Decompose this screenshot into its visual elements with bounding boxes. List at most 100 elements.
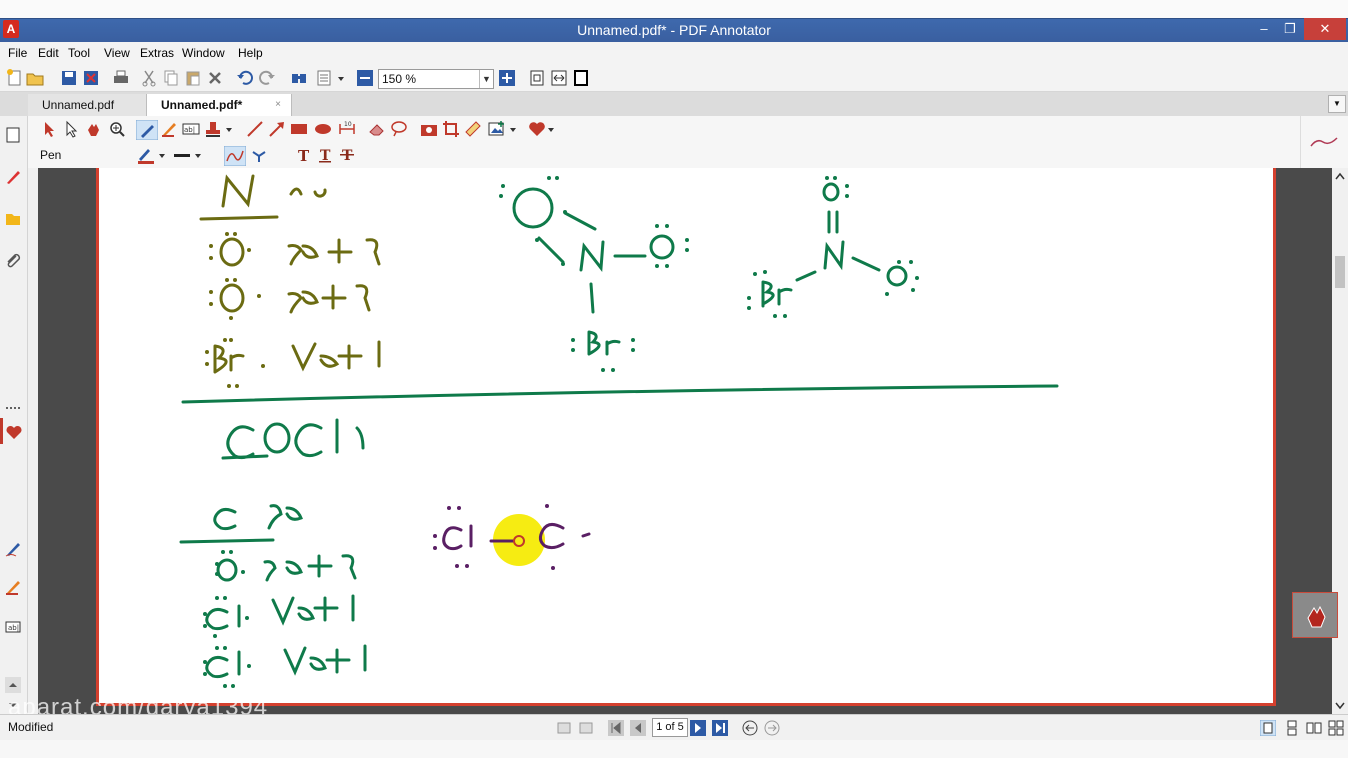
chevron-down-icon[interactable] [224, 120, 234, 138]
next-view-icon[interactable] [578, 720, 594, 736]
previous-page-icon[interactable] [630, 720, 646, 736]
annotations-icon[interactable] [4, 168, 22, 186]
measure-tool-icon[interactable]: 10 [338, 120, 356, 138]
select-arrow-icon[interactable] [40, 120, 58, 138]
menu-file[interactable]: File [8, 46, 27, 60]
text-underline-icon[interactable]: T [316, 146, 334, 164]
chevron-down-icon[interactable]: ▼ [479, 70, 493, 88]
save-as-icon[interactable] [82, 69, 100, 87]
first-page-icon[interactable] [608, 720, 624, 736]
open-folder-icon[interactable] [26, 69, 44, 87]
menu-extras[interactable]: Extras [140, 46, 174, 60]
fit-width-icon[interactable] [550, 69, 568, 87]
text-box-favorite-icon[interactable]: ab| [4, 618, 22, 636]
forward-icon[interactable] [764, 720, 780, 736]
lasso-tool-icon[interactable] [390, 120, 408, 138]
page-thumbnail-icon[interactable] [4, 126, 22, 144]
status-bar: Modified 1 of 5 [0, 714, 1348, 740]
pdf-page[interactable] [96, 168, 1276, 706]
chevron-down-icon[interactable] [508, 120, 518, 138]
text-strikeout-icon[interactable]: T [338, 146, 356, 164]
touch-mode-button[interactable] [1292, 592, 1338, 638]
zoom-in-icon[interactable] [498, 69, 516, 87]
last-page-icon[interactable] [712, 720, 728, 736]
menu-window[interactable]: Window [182, 46, 225, 60]
page-number-field[interactable]: 1 of 5 [652, 718, 688, 737]
scroll-up-icon[interactable] [1335, 172, 1345, 182]
line-tool-icon[interactable] [246, 120, 264, 138]
dropdown-arrow-icon[interactable] [336, 69, 346, 87]
pressure-icon[interactable] [250, 146, 268, 164]
smooth-stroke-icon[interactable] [224, 146, 246, 166]
hand-tool-icon[interactable] [84, 120, 102, 138]
single-page-icon[interactable] [528, 69, 546, 87]
pen-color-picker[interactable] [136, 146, 166, 164]
redo-icon[interactable] [258, 69, 276, 87]
text-bold-icon[interactable]: T [294, 146, 312, 164]
pdf-annotator-window: A Unnamed.pdf* - PDF Annotator – ❐ ✕ Fil… [0, 0, 1348, 758]
menu-help[interactable]: Help [238, 46, 263, 60]
tab-unnamed-pdf-modified[interactable]: Unnamed.pdf* × [146, 94, 292, 116]
previous-view-icon[interactable] [556, 720, 572, 736]
document-viewport[interactable] [38, 168, 1332, 714]
menu-edit[interactable]: Edit [38, 46, 59, 60]
single-page-view-icon[interactable] [1260, 720, 1276, 736]
maximize-button[interactable]: ❐ [1278, 18, 1302, 40]
minimize-button[interactable]: – [1252, 18, 1276, 40]
undo-icon[interactable] [236, 69, 254, 87]
marker-tool-icon[interactable] [160, 120, 178, 138]
attachments-icon[interactable] [4, 252, 22, 270]
favorites-heart-icon[interactable] [528, 120, 546, 138]
next-page-icon[interactable] [690, 720, 706, 736]
pen-tool-icon[interactable] [136, 120, 158, 140]
crop-tool-icon[interactable] [442, 120, 460, 138]
save-icon[interactable] [60, 69, 78, 87]
rectangle-tool-icon[interactable] [290, 120, 308, 138]
scroll-up-icon[interactable] [4, 676, 22, 694]
zoom-select[interactable]: 150 % ▼ [378, 69, 494, 89]
insert-image-icon[interactable] [488, 120, 506, 138]
text-box-tool-icon[interactable]: ab| [182, 120, 200, 138]
cut-icon[interactable] [140, 69, 158, 87]
back-icon[interactable] [742, 720, 758, 736]
delete-icon[interactable] [206, 69, 224, 87]
tab-unnamed-pdf[interactable]: Unnamed.pdf [28, 94, 146, 116]
paste-icon[interactable] [184, 69, 202, 87]
document-status: Modified [8, 720, 54, 734]
tab-close-icon[interactable]: × [275, 94, 281, 116]
view-options-icon[interactable] [316, 69, 334, 87]
camera-tool-icon[interactable] [420, 120, 438, 138]
zoom-value: 150 % [382, 72, 417, 86]
two-page-view-icon[interactable] [1306, 720, 1322, 736]
menu-tool[interactable]: Tool [68, 46, 90, 60]
line-width-picker[interactable] [172, 146, 202, 164]
bookmarks-icon[interactable] [4, 210, 22, 228]
chevron-down-icon[interactable] [546, 120, 556, 138]
continuous-view-icon[interactable] [1284, 720, 1300, 736]
eraser-tool-icon[interactable] [368, 120, 386, 138]
new-document-icon[interactable] [6, 69, 24, 87]
print-icon[interactable] [112, 69, 130, 87]
favorites-heart-icon[interactable] [0, 418, 28, 444]
menu-bar: File Edit Tool View Extras Window Help [0, 42, 1348, 64]
copy-icon[interactable] [162, 69, 180, 87]
marker-favorite-icon[interactable] [4, 578, 22, 596]
splitter-handle-icon[interactable] [4, 406, 22, 410]
stamp-tool-icon[interactable] [204, 120, 222, 138]
pen-tool-favorite-icon[interactable] [4, 540, 22, 558]
zoom-tool-icon[interactable] [108, 120, 126, 138]
close-button[interactable]: ✕ [1304, 18, 1346, 40]
tab-list-dropdown[interactable]: ▼ [1328, 95, 1346, 113]
two-page-continuous-icon[interactable] [1328, 720, 1344, 736]
full-page-icon[interactable] [572, 69, 590, 87]
ruler-tool-icon[interactable] [464, 120, 482, 138]
arrow-tool-icon[interactable] [268, 120, 286, 138]
scroll-down-icon[interactable] [1335, 700, 1345, 710]
scrollbar-thumb[interactable] [1335, 256, 1345, 288]
ellipse-tool-icon[interactable] [314, 120, 332, 138]
menu-view[interactable]: View [104, 46, 130, 60]
tab-label: Unnamed.pdf* [161, 98, 243, 112]
select-text-icon[interactable] [62, 120, 80, 138]
find-icon[interactable] [290, 69, 308, 87]
zoom-out-icon[interactable] [356, 69, 374, 87]
